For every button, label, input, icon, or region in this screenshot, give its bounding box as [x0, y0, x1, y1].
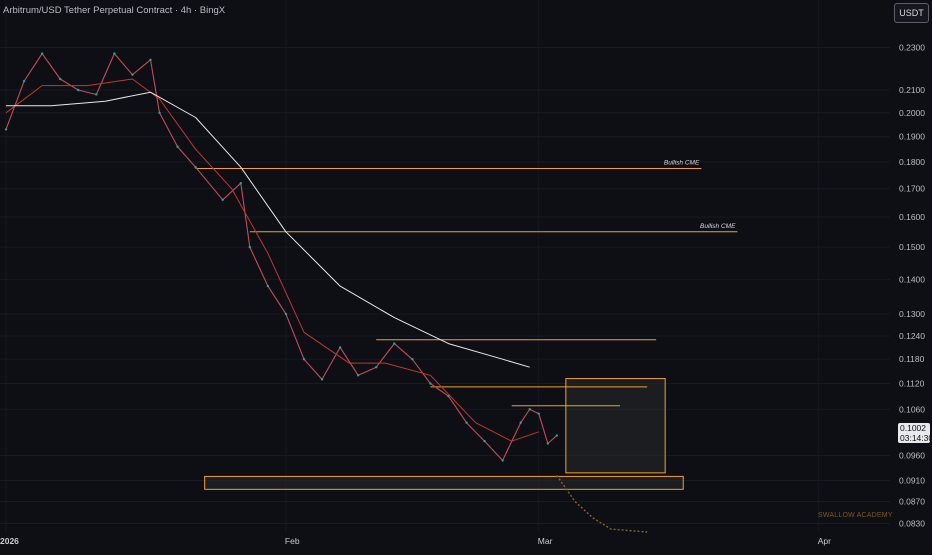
price-point	[266, 284, 270, 288]
price-point	[4, 128, 8, 131]
x-tick-label: Mar	[538, 536, 553, 546]
currency-button[interactable]: USDT	[894, 3, 929, 23]
y-tick-label: 0.1400	[899, 274, 925, 284]
level-label: Bullish CME	[664, 160, 700, 167]
current-price-tag: 0.1002 03:14:30	[898, 423, 932, 443]
chart-title: Arbitrum/USD Tether Perpetual Contract ·…	[3, 5, 226, 16]
price-point	[22, 79, 26, 83]
x-axis: 2026FebMarAprMay	[0, 536, 831, 546]
chart-area[interactable]: Bullish CME Bullish CME 0.2300 0.2100 0.200…	[0, 0, 932, 550]
y-tick-label: 0.0830	[899, 518, 925, 528]
price-line	[5, 53, 558, 461]
zones	[204, 378, 684, 490]
level-label: Bullish CME	[700, 223, 736, 230]
watermark: SWALLOW ACADEMY	[818, 512, 893, 519]
price-point	[239, 182, 242, 185]
price-point	[77, 88, 80, 92]
series	[4, 52, 648, 533]
price-point	[393, 342, 396, 345]
levels: Bullish CME Bullish CME	[195, 160, 738, 407]
x-tick-label: Feb	[285, 536, 300, 546]
price-point	[338, 346, 342, 349]
price-point	[58, 77, 62, 81]
price-point	[248, 245, 252, 249]
price-point	[429, 382, 432, 385]
price-point	[501, 459, 504, 462]
price-point	[176, 145, 179, 148]
price-point	[302, 357, 306, 361]
y-axis: 0.2300 0.2100 0.2000 0.1900 0.1800 0.1700 0.16…	[899, 43, 925, 529]
price-point	[158, 111, 161, 114]
price-point	[131, 73, 134, 76]
y-tick-label: 0.1700	[899, 184, 925, 194]
y-tick-label: 0.0910	[899, 476, 925, 486]
y-tick-label: 0.0960	[899, 451, 925, 461]
zone-box	[204, 475, 684, 490]
candle-countdown: 03:14:30	[900, 433, 932, 443]
y-tick-label: 0.1600	[899, 212, 925, 222]
price-point	[113, 52, 116, 55]
price-point	[194, 165, 197, 169]
current-price: 0.1002	[900, 423, 926, 433]
y-tick-label: 0.1060	[899, 404, 925, 414]
price-point	[411, 357, 414, 361]
price-point	[149, 58, 152, 62]
y-tick-label: 0.1180	[899, 354, 925, 364]
y-tick-label: 0.0870	[899, 497, 925, 507]
price-point	[528, 408, 531, 411]
price-point	[519, 421, 522, 424]
price-point	[465, 421, 468, 424]
y-tick-label: 0.1240	[899, 331, 925, 341]
y-tick-label: 0.1900	[899, 132, 925, 142]
y-tick-label: 0.2300	[899, 43, 925, 53]
zone-box	[565, 378, 666, 474]
y-tick-label: 0.1800	[899, 157, 925, 167]
y-tick-label: 0.2100	[899, 85, 925, 95]
y-tick-label: 0.2000	[899, 108, 925, 118]
price-point	[537, 412, 540, 415]
x-tick-label: Apr	[818, 536, 831, 546]
price-point	[284, 312, 288, 316]
price-point	[95, 93, 98, 96]
price-point	[483, 439, 486, 443]
price-point	[356, 374, 360, 377]
ma-long-line	[6, 91, 530, 368]
price-point	[555, 434, 559, 437]
y-tick-label: 0.1300	[899, 309, 925, 319]
y-tick-label: 0.1500	[899, 242, 925, 252]
price-point	[320, 378, 324, 381]
grid	[0, 0, 890, 532]
y-tick-label: 0.1120	[899, 379, 925, 389]
price-point	[375, 365, 378, 369]
price-point	[546, 442, 549, 445]
price-chart[interactable]: Bullish CME Bullish CME 0.2300 0.2100 0.200…	[0, 0, 932, 550]
price-point	[221, 198, 224, 201]
price-point	[40, 52, 44, 55]
x-tick-label: 2026	[0, 536, 19, 546]
